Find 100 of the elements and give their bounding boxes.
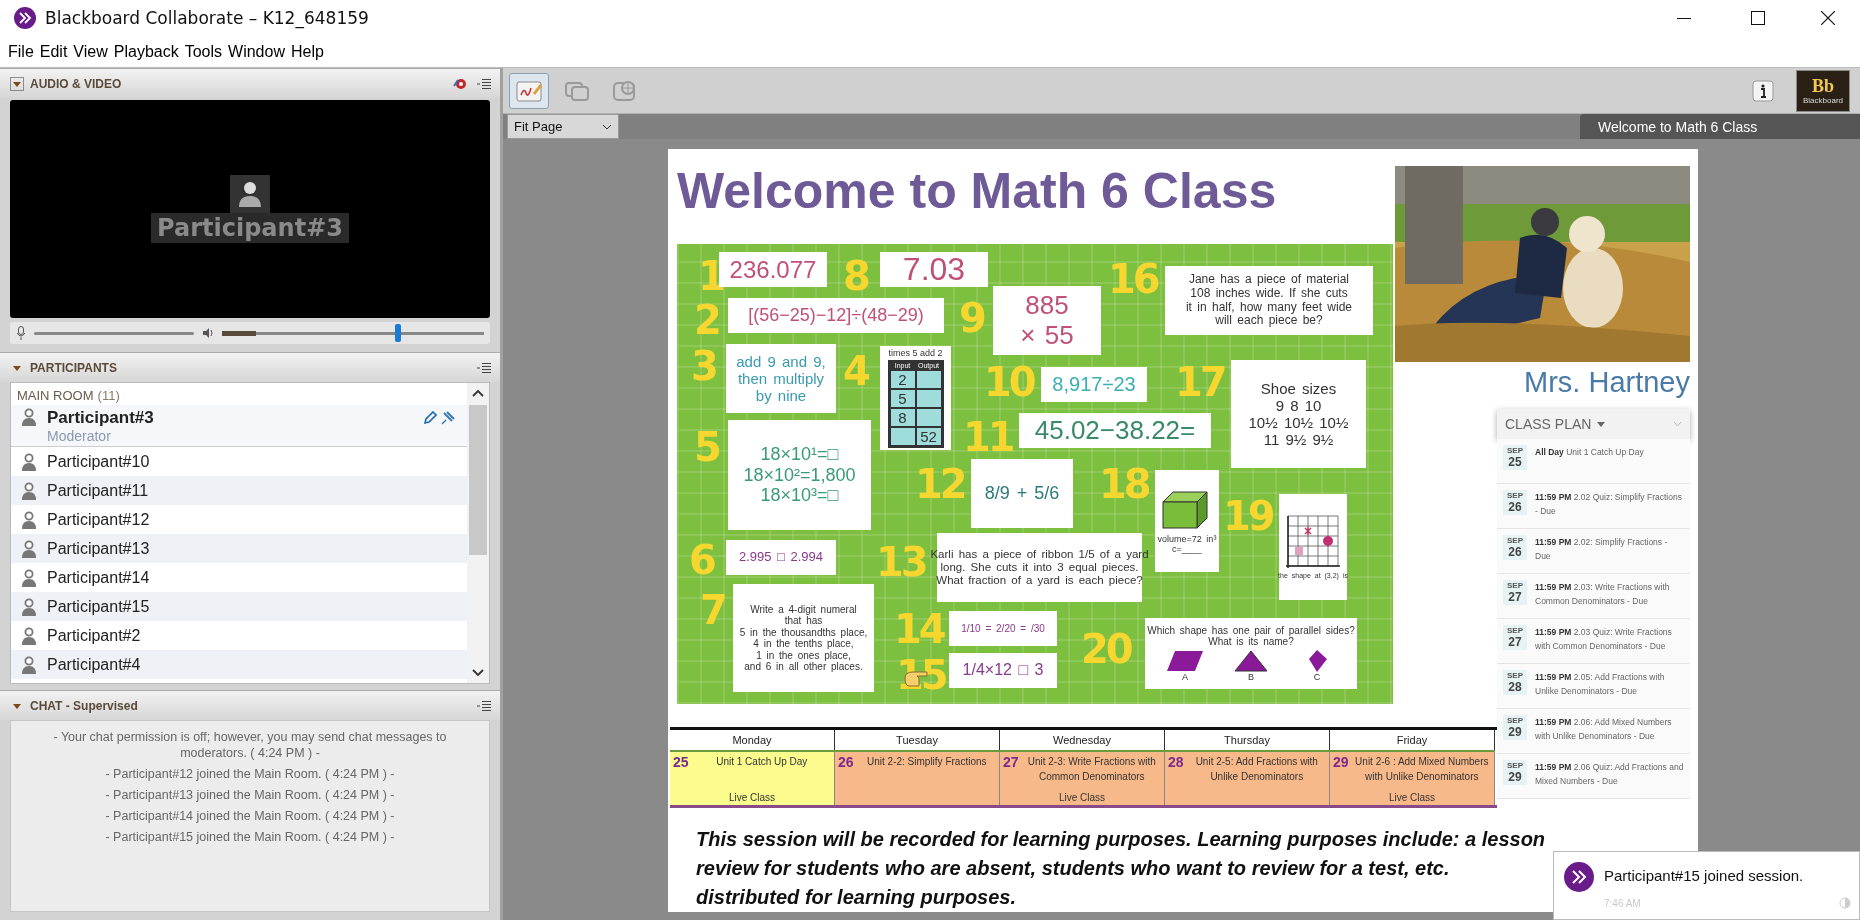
calendar-text: Unit 2-6 : Add Mixed Numbers with Unlike Denominators (1354, 755, 1490, 784)
menu-item[interactable]: File (5, 42, 37, 61)
calendar-text: Unit 2-5: Add Fractions with Unlike Denominators (1194, 755, 1319, 784)
participant-name: Participant#2 (47, 626, 141, 645)
room-count: (11) (97, 388, 120, 405)
shape-label: B (1248, 671, 1254, 683)
menu-item[interactable]: Help (287, 42, 327, 61)
problem-number: 9 (959, 296, 984, 340)
participant-name: Participant#13 (47, 539, 150, 558)
caret-icon (602, 123, 612, 130)
room-label: MAIN ROOM (17, 388, 94, 405)
menu-item[interactable]: View (70, 42, 111, 61)
problem-text: 885 × 55 (1020, 290, 1074, 351)
person-icon (21, 655, 37, 674)
problem-number: 19 (1223, 494, 1273, 538)
app-logo-icon (1564, 862, 1594, 892)
toast-message: Participant#15 joined session. (1604, 867, 1805, 884)
date-month: SEP (1507, 716, 1523, 725)
problem-text: 8,917÷23 (1052, 373, 1136, 396)
participant-row[interactable]: Participant#10 (11, 447, 467, 476)
participant-name: Participant#11 (47, 481, 149, 500)
person-icon (21, 408, 37, 426)
problem-number: 17 (1175, 360, 1225, 404)
calendar-note: Live Class (1057, 792, 1107, 803)
plan-text: 11:59 PM 2.06 Quiz: Add Fractions and Mixed Numbers - Due (1535, 761, 1684, 788)
maximize-icon[interactable] (1751, 11, 1765, 25)
problem-number: 14 (894, 607, 944, 651)
menu-icon[interactable] (476, 77, 492, 90)
chat-message: - Your chat permission is off; however, you may send chat messages to moderators. ( 4:24 PM ) - (52, 729, 448, 761)
plan-text: 11:59 PM 2.02: Simplify Fractions - Due (1535, 536, 1669, 563)
problem-number: 18 (1099, 462, 1149, 506)
menu-icon[interactable] (476, 361, 492, 374)
problem-text: 8/9 + 5/6 (984, 483, 1060, 504)
participant-row[interactable]: Participant#3 Moderator (11, 405, 467, 447)
scroll-up-icon[interactable] (472, 389, 484, 397)
app-logo-icon (14, 7, 36, 29)
problem-text: Jane has a piece of material 108 inches wide. If she cuts it in half, how many feet wide will each piece be? (1185, 272, 1353, 329)
plan-text: All Day Unit 1 Catch Up Day (1535, 446, 1644, 459)
date-month: SEP (1507, 761, 1523, 770)
panel-title: CHAT - Supervised (30, 698, 138, 713)
participant-row[interactable]: Participant#12 (11, 505, 467, 534)
slide-title: Welcome to Math 6 Class (677, 162, 1278, 221)
contrast-icon (1839, 897, 1851, 909)
pointing-hand-icon (903, 668, 929, 688)
person-icon (21, 597, 37, 616)
date-day: 26 (1508, 500, 1522, 514)
date-day: 27 (1508, 635, 1522, 649)
calendar-text: Unit 2-3: Write Fractions with Common Denominators (1026, 755, 1157, 784)
calendar-note: Live Class (1387, 792, 1437, 803)
plan-text: 11:59 PM 2.05: Add Fractions with Unlike Denominators - Due (1535, 671, 1666, 698)
close-icon[interactable] (1821, 11, 1835, 25)
participant-row[interactable]: Participant#4 (11, 650, 467, 679)
problem-text: 18×10¹=□ 18×10²=1,800 18×10³=□ (743, 443, 856, 507)
participant-name: Participant#4 (47, 655, 141, 674)
problem-text: 45.02−38.22= (1034, 415, 1196, 446)
participant-row[interactable]: Participant#15 (11, 592, 467, 621)
problem-text: add 9 and 9, then multiply by nine (736, 352, 826, 405)
problem-text: [(56−25)−12]÷(48−29) (748, 305, 924, 326)
menu-item[interactable]: Window (225, 42, 288, 61)
date-month: SEP (1507, 626, 1523, 635)
participant-row[interactable]: Participant#2 (11, 621, 467, 650)
problem-text: Shoe sizes 9 8 10 10½ 10½ 10½ 11 9½ 9½ (1248, 379, 1349, 449)
problem-text: 1/10 = 2/20 = /30 (961, 622, 1045, 635)
problem-number: 7 (700, 588, 725, 632)
chat-message: - Participant#12 joined the Main Room. ( 4:24 PM ) - (104, 766, 396, 782)
person-icon (21, 452, 37, 471)
menu-item[interactable]: Playback (110, 42, 182, 61)
scroll-down-icon[interactable] (472, 669, 484, 677)
problem-text: Write a 4-digit numeral that has 5 in the thousandths place, 4 in the tenths place, 1 in the ones place, and 6 in all other places. (739, 603, 868, 673)
problem-number: 20 (1081, 627, 1131, 671)
menu-item[interactable]: Tools (181, 42, 226, 61)
participant-row[interactable]: Participant#13 (11, 534, 467, 563)
problem-number: 4 (843, 349, 868, 393)
zoom-dropdown[interactable]: Fit Page (507, 114, 619, 139)
speaker-icon (202, 327, 214, 339)
volume-thumb[interactable] (394, 324, 401, 342)
calendar-text: Unit 2-2: Simplify Fractions (866, 755, 988, 769)
info-icon[interactable] (1752, 79, 1774, 102)
date-month: SEP (1507, 671, 1523, 680)
menu-icon[interactable] (476, 699, 492, 712)
logo-text: Bb (1812, 76, 1834, 96)
table-cell: 52 (915, 427, 942, 447)
table-cell: 2 (889, 370, 916, 390)
date-day: 27 (1508, 590, 1522, 604)
participant-name: Participant#10 (47, 452, 150, 471)
menu-item[interactable]: Edit (36, 42, 71, 61)
shape-label: C (1313, 671, 1321, 683)
chat-message: - Participant#13 joined the Main Room. ( 4:24 PM ) - (104, 787, 396, 803)
table-cell: 8 (889, 408, 916, 428)
participant-name: Participant#14 (47, 568, 150, 587)
calendar-day: 29 (1333, 754, 1349, 770)
page-tab[interactable]: Welcome to Math 6 Class (1580, 114, 1860, 139)
participant-row[interactable]: Participant#14 (11, 563, 467, 592)
chat-message: - Participant#14 joined the Main Room. ( 4:24 PM ) - (104, 808, 396, 824)
plan-title: CLASS PLAN (1505, 416, 1592, 432)
date-day: 25 (1508, 455, 1522, 469)
problem-number: 5 (694, 425, 719, 469)
participant-row[interactable]: Participant#11 (11, 476, 467, 505)
person-icon (21, 568, 37, 587)
scrollbar[interactable] (467, 383, 489, 683)
